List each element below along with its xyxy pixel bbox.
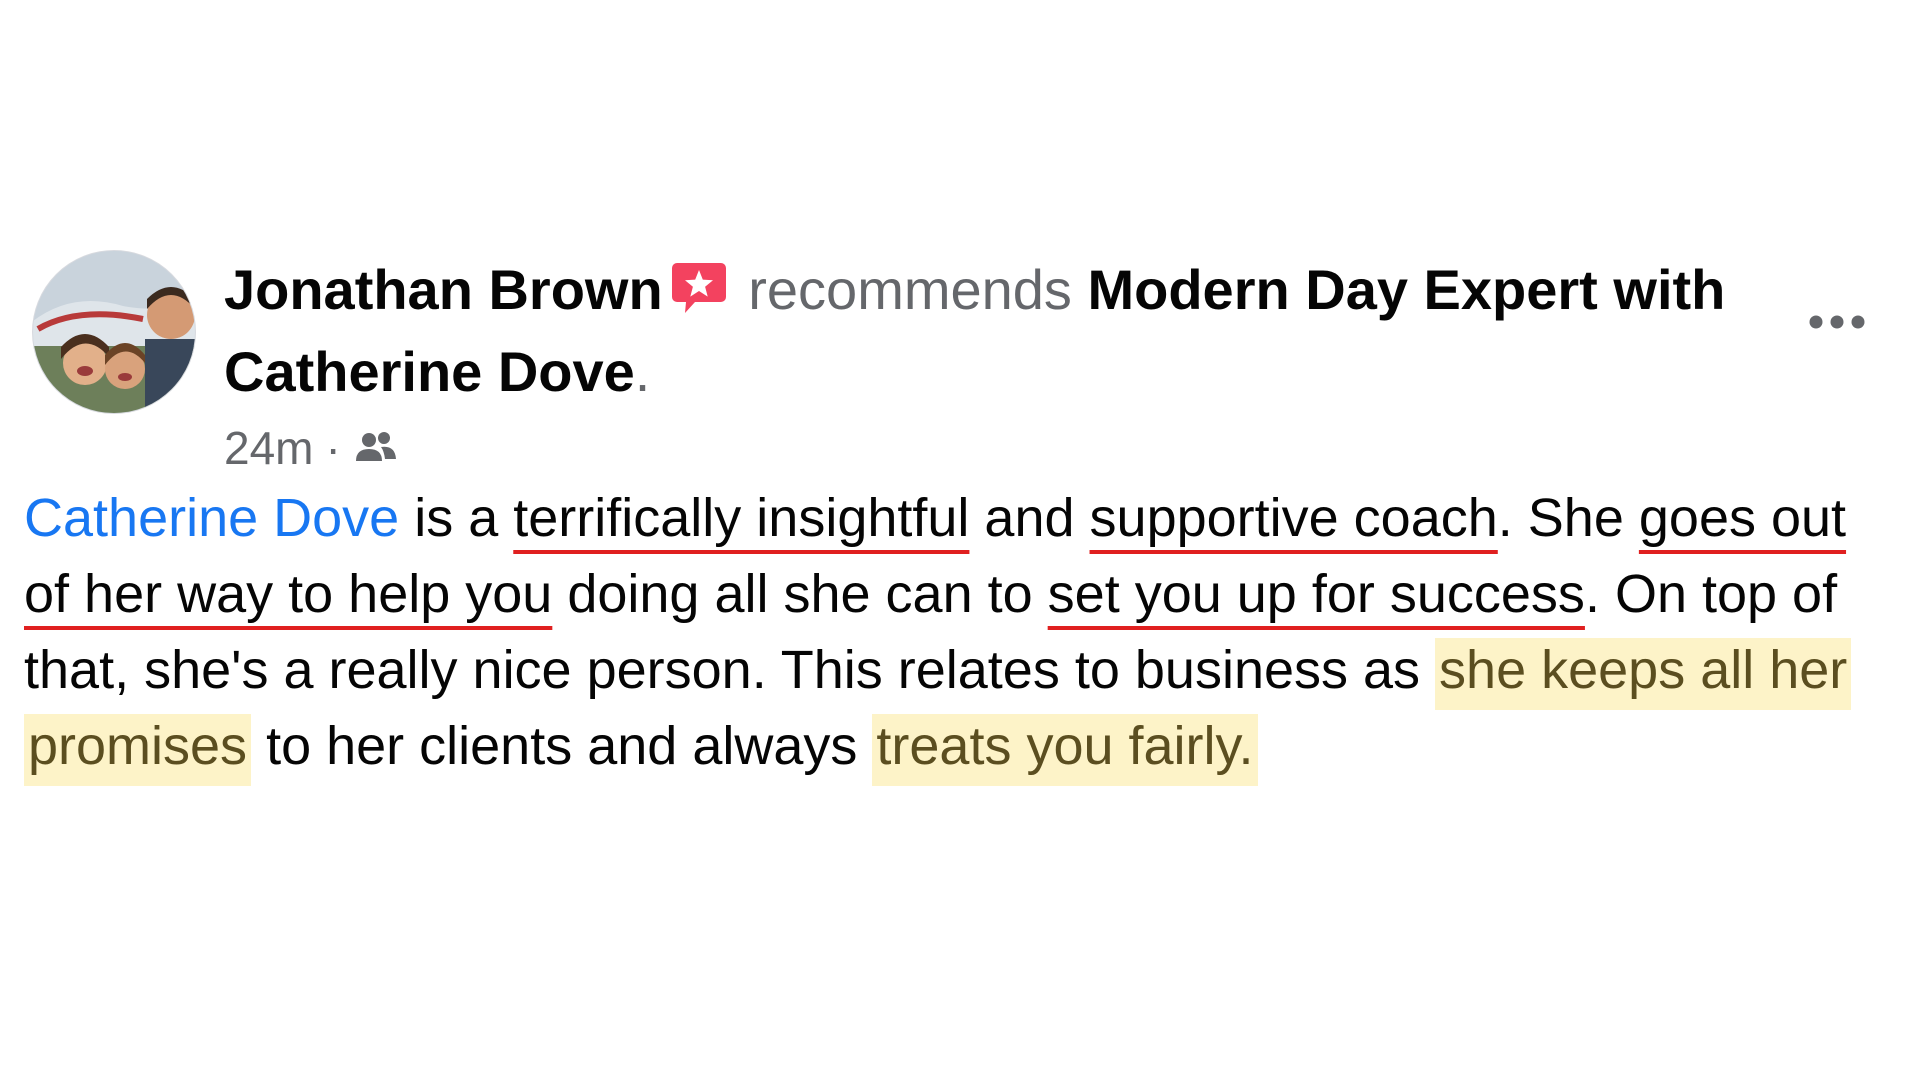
meta-separator: · — [325, 422, 341, 474]
review-text: Catherine Dove is a terrifically insight… — [24, 480, 1904, 786]
friends-audience-icon[interactable] — [355, 420, 397, 476]
review-fragment: . She — [1497, 488, 1639, 548]
underlined-phrase: terrifically insightful — [513, 488, 970, 548]
post-meta: 24m · — [224, 420, 1784, 476]
highlighted-phrase: treats you fairly. — [872, 714, 1258, 786]
review-fragment: to her clients and always — [251, 716, 873, 776]
post-title: Jonathan Brown recommends Modern Day Exp… — [224, 252, 1784, 410]
profile-photo-icon — [33, 251, 195, 413]
more-options-button[interactable] — [1792, 292, 1882, 352]
review-fragment: doing all she can to — [552, 564, 1048, 624]
underlined-phrase: set you up for success — [1047, 564, 1585, 624]
underlined-phrase: supportive coach — [1089, 488, 1498, 548]
post-timestamp[interactable]: 24m — [224, 420, 313, 476]
review-fragment: and — [969, 488, 1090, 548]
more-options-icon — [1809, 315, 1865, 329]
post-header-text: Jonathan Brown recommends Modern Day Exp… — [224, 252, 1784, 476]
author-avatar[interactable] — [32, 250, 196, 414]
review-fragment: is a — [399, 488, 514, 548]
post-header: Jonathan Brown recommends Modern Day Exp… — [24, 250, 1896, 480]
author-name[interactable]: Jonathan Brown — [224, 258, 663, 321]
recommends-verb: recommends — [748, 258, 1072, 321]
title-period: . — [634, 340, 651, 403]
mention-link[interactable]: Catherine Dove — [24, 488, 399, 548]
recommendation-badge-icon — [671, 258, 727, 334]
recommendation-post: Jonathan Brown recommends Modern Day Exp… — [24, 250, 1896, 786]
